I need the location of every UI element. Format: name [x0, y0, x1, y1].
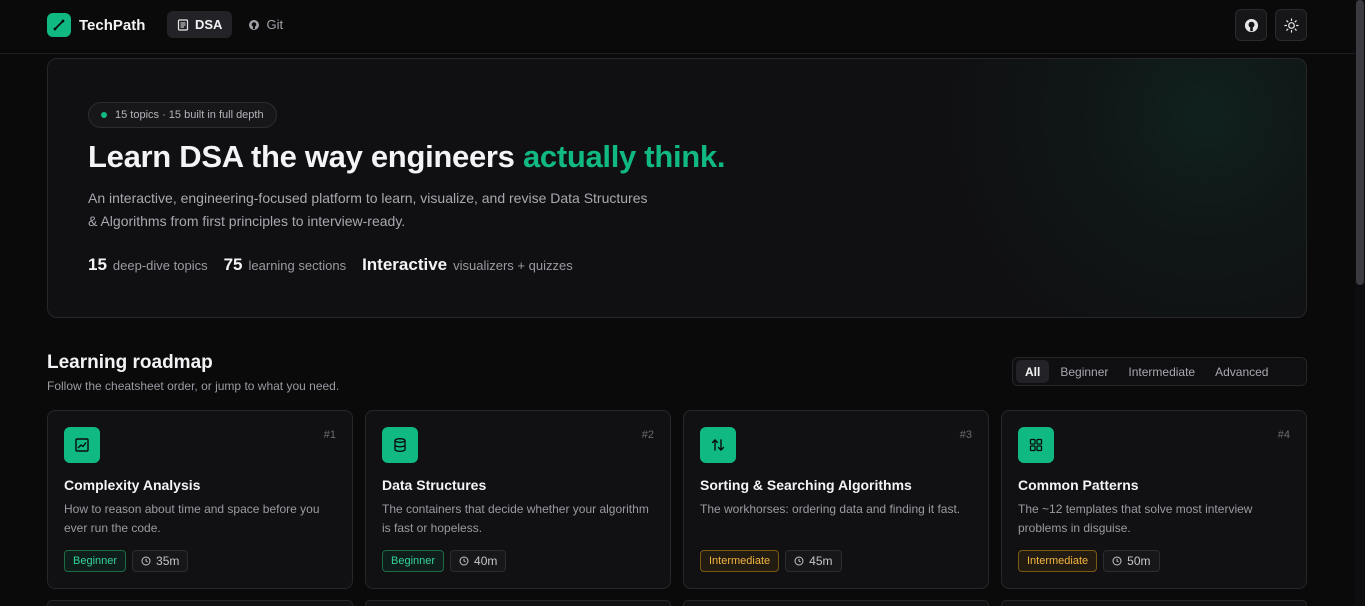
duration-text: 50m: [1127, 554, 1151, 568]
stat-interactive: Interactive visualizers + quizzes: [362, 255, 573, 275]
chart-icon: [64, 427, 100, 463]
card-description: The ~12 templates that solve most interv…: [1018, 502, 1253, 535]
main-nav: DSA Git: [167, 11, 293, 38]
nav-git-label: Git: [266, 17, 284, 32]
card-title: Complexity Analysis: [64, 477, 201, 493]
topic-card-complexity[interactable]: #1 Complexity Analysis How to reason abo…: [47, 410, 353, 589]
topic-card-common-patterns[interactable]: #4 Common Patterns The ~12 templates tha…: [1001, 410, 1307, 589]
github-icon: [249, 19, 260, 30]
nav-dsa-label: DSA: [195, 17, 223, 32]
level-badge: Intermediate: [700, 550, 780, 572]
book-icon: [177, 18, 189, 31]
scrollbar-thumb[interactable]: [1356, 0, 1364, 285]
hero-description: An interactive, engineering-focused plat…: [88, 190, 648, 229]
duration-text: 40m: [474, 554, 498, 568]
duration-badge: 35m: [132, 550, 189, 572]
github-button[interactable]: [1235, 9, 1267, 41]
card-description: The workhorses: ordering data and findin…: [700, 502, 961, 516]
stat-value: 15: [88, 255, 107, 274]
topics-pill-text: 15 topics · 15 built in full depth: [115, 109, 264, 121]
topic-card-partial[interactable]: [1001, 600, 1307, 606]
filter-beginner[interactable]: Beginner: [1051, 360, 1117, 383]
card-title: Data Structures: [382, 477, 487, 493]
clock-icon: [141, 556, 151, 566]
database-icon: [382, 427, 418, 463]
stat-value: Interactive: [362, 255, 448, 274]
hero-title-main: Learn DSA the way engineers: [88, 139, 523, 174]
topic-card-partial[interactable]: [365, 600, 671, 606]
level-badge: Beginner: [64, 550, 127, 572]
topic-card-sorting-searching[interactable]: #3 Sorting & Searching Algorithms The wo…: [683, 410, 989, 589]
duration-text: 35m: [156, 554, 180, 568]
status-dot-icon: [101, 112, 107, 118]
roadmap-subtitle: Follow the cheatsheet order, or jump to …: [47, 379, 340, 393]
topic-card-partial[interactable]: [683, 600, 989, 606]
brand-name: TechPath: [79, 16, 146, 34]
topic-card-data-structures[interactable]: #2 Data Structures The containers that d…: [365, 410, 671, 589]
brand[interactable]: TechPath: [47, 13, 145, 37]
filter-all[interactable]: All: [1016, 360, 1050, 383]
theme-toggle-button[interactable]: [1275, 9, 1307, 41]
card-number: #2: [641, 429, 654, 441]
stat-value: 75: [223, 255, 243, 274]
hero-title: Learn DSA the way engineers actually thi…: [88, 139, 725, 175]
trend-logo-icon: [47, 13, 71, 37]
stat-sections: 75 learning sections: [224, 255, 346, 275]
duration-badge: 50m: [1103, 550, 1160, 572]
topic-card-partial[interactable]: [47, 600, 353, 606]
grid-icon: [1018, 427, 1054, 463]
duration-text: 45m: [809, 554, 833, 568]
topics-pill: 15 topics · 15 built in full depth: [88, 102, 277, 128]
stat-label: visualizers + quizzes: [453, 258, 573, 273]
card-title: Sorting & Searching Algorithms: [700, 477, 912, 493]
scrollbar[interactable]: [1355, 0, 1365, 606]
card-description: How to reason about time and space befor…: [64, 502, 320, 535]
card-tags: Beginner 40m: [382, 550, 507, 572]
hero-section: 15 topics · 15 built in full depth Learn…: [47, 58, 1307, 318]
card-title: Common Patterns: [1018, 477, 1139, 493]
card-number: #1: [323, 429, 336, 441]
clock-icon: [1112, 556, 1122, 566]
level-badge: Beginner: [382, 550, 445, 572]
card-tags: Beginner 35m: [64, 550, 189, 572]
card-number: #3: [959, 429, 972, 441]
filter-intermediate[interactable]: Intermediate: [1119, 360, 1204, 383]
duration-badge: 45m: [785, 550, 842, 572]
sun-icon: [1283, 17, 1299, 33]
filter-advanced[interactable]: Advanced: [1206, 360, 1277, 383]
nav-git[interactable]: Git: [238, 11, 293, 38]
stat-label: deep-dive topics: [112, 258, 208, 273]
level-filter: All Beginner Intermediate Advanced: [1012, 357, 1307, 386]
hero-title-accent: actually think.: [522, 139, 726, 174]
card-tags: Intermediate 50m: [1018, 550, 1160, 572]
level-badge: Intermediate: [1018, 550, 1098, 572]
stat-label: learning sections: [248, 258, 347, 273]
hero-stats: 15 deep-dive topics 75 learning sections…: [88, 255, 573, 275]
stat-topics: 15 deep-dive topics: [88, 255, 208, 275]
nav-dsa[interactable]: DSA: [167, 11, 233, 38]
clock-icon: [794, 556, 804, 566]
duration-badge: 40m: [450, 550, 507, 572]
card-description: The containers that decide whether your …: [382, 502, 649, 535]
card-tags: Intermediate 45m: [700, 550, 842, 572]
card-number: #4: [1277, 429, 1290, 441]
clock-icon: [459, 556, 469, 566]
roadmap-title: Learning roadmap: [47, 352, 213, 373]
arrows-up-down-icon: [700, 427, 736, 463]
top-bar: TechPath DSA Git: [0, 0, 1355, 54]
github-icon: [1244, 18, 1258, 32]
